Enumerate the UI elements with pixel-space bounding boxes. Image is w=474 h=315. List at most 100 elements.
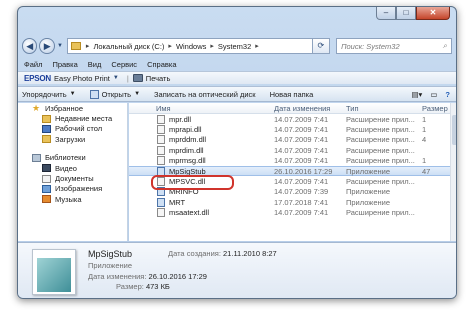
burn-label: Записать на оптический диск xyxy=(154,89,256,99)
organize-button[interactable]: Упорядочить ▼ xyxy=(22,90,76,99)
file-row[interactable]: mprmsg.dll 14.07.2009 7:41 Расширение пр… xyxy=(129,156,456,166)
new-folder-label: Новая папка xyxy=(269,89,314,99)
breadcrumb-separator[interactable]: ▸ xyxy=(255,42,259,50)
application-preview-icon xyxy=(37,258,71,292)
file-row[interactable]: mprdim.dll 14.07.2009 7:41 Расширение пр… xyxy=(129,145,456,155)
nav-item-label: Недавние места xyxy=(55,114,113,124)
file-row[interactable]: mprddm.dll 14.07.2009 7:41 Расширение пр… xyxy=(129,135,456,145)
forward-button[interactable]: ▶ xyxy=(39,38,55,54)
nav-item-label: Загрузки xyxy=(55,134,86,144)
breadcrumb-separator[interactable]: ▸ xyxy=(210,42,214,50)
file-row[interactable]: mpr.dll 14.07.2009 7:41 Расширение прил.… xyxy=(129,114,456,124)
downloads-folder-icon xyxy=(42,135,51,144)
file-row[interactable]: msaatext.dll 14.07.2009 7:41 Расширение … xyxy=(129,208,456,218)
file-date: 14.07.2009 7:41 xyxy=(274,177,329,187)
menu-tools[interactable]: Сервис xyxy=(111,60,137,71)
file-name: msaatext.dll xyxy=(169,208,210,218)
nav-desktop[interactable]: Рабочий стол xyxy=(18,124,127,134)
open-button[interactable]: Открыть ▼ xyxy=(89,89,141,99)
new-folder-button[interactable]: Новая папка xyxy=(270,90,314,99)
nav-pictures[interactable]: Изображения xyxy=(18,184,127,194)
documents-icon xyxy=(42,174,51,183)
back-button[interactable]: ◀ xyxy=(22,38,38,54)
menu-edit[interactable]: Правка xyxy=(52,60,77,71)
search-input[interactable]: Поиск: System32 ⌕ xyxy=(336,38,452,54)
address-row: ◀ ▶ ▼ ▸ Локальный диск (C:) ▸ Windows ▸ … xyxy=(22,37,452,55)
breadcrumb-drive[interactable]: Локальный диск (C:) xyxy=(93,42,164,51)
column-date[interactable]: Дата изменения xyxy=(274,104,346,113)
history-dropdown-icon[interactable]: ▼ xyxy=(57,43,63,49)
vertical-scrollbar[interactable] xyxy=(450,103,456,241)
nav-item-label: Документы xyxy=(55,174,94,184)
nav-music[interactable]: Музыка xyxy=(18,194,127,204)
nav-documents[interactable]: Документы xyxy=(18,173,127,183)
details-size-label: Размер: xyxy=(116,282,144,291)
details-modified-value: 26.10.2016 17:29 xyxy=(148,272,207,281)
close-button[interactable]: ✕ xyxy=(416,7,450,20)
column-size[interactable]: Размер xyxy=(417,104,452,113)
search-placeholder: Поиск: System32 xyxy=(341,41,400,51)
file-name: mprdim.dll xyxy=(169,145,204,155)
libraries-icon xyxy=(32,153,41,162)
recent-places-icon xyxy=(42,114,51,123)
file-size: 1 xyxy=(422,125,427,135)
file-size: 4 xyxy=(422,135,427,145)
menu-help[interactable]: Справка xyxy=(147,60,176,71)
file-row[interactable]: MRT 17.07.2018 7:41 Приложение xyxy=(129,197,456,207)
menu-file[interactable]: Файл xyxy=(24,60,42,71)
nav-downloads[interactable]: Загрузки xyxy=(18,134,127,144)
pictures-icon xyxy=(42,184,51,193)
open-label: Открыть xyxy=(101,89,132,99)
easy-photo-print-button[interactable]: Easy Photo Print xyxy=(54,74,110,83)
chevron-down-icon: ▼ xyxy=(134,91,141,97)
chevron-down-icon[interactable]: ▼ xyxy=(113,75,119,81)
breadcrumb-system32[interactable]: System32 xyxy=(218,42,251,51)
details-pane: MpSigStub Приложение Дата создания: 21.1… xyxy=(18,242,456,298)
breadcrumb-windows[interactable]: Windows xyxy=(176,42,206,51)
printer-icon xyxy=(132,74,143,82)
preview-pane-icon[interactable]: ▭ xyxy=(430,90,437,99)
column-type[interactable]: Тип xyxy=(346,104,417,113)
column-name[interactable]: Имя xyxy=(129,104,274,113)
star-icon: ★ xyxy=(32,103,41,114)
navigation-pane: ★ Избранное Недавние места Рабочий стол … xyxy=(18,103,128,241)
scrollbar-thumb[interactable] xyxy=(452,115,456,145)
minimize-button[interactable]: – xyxy=(376,7,396,20)
help-icon[interactable]: ? xyxy=(445,90,450,99)
nav-libraries[interactable]: Библиотеки xyxy=(18,153,127,163)
file-thumbnail xyxy=(32,249,76,295)
organize-label: Упорядочить xyxy=(22,89,67,99)
print-button[interactable]: Печать xyxy=(146,74,171,83)
maximize-button[interactable]: □ xyxy=(396,7,416,20)
view-controls: ▤▾ ▭ ? xyxy=(403,90,450,99)
file-date: 14.07.2009 7:41 xyxy=(274,114,329,124)
nav-libraries-label: Библиотеки xyxy=(45,153,86,163)
details-created-value: 21.11.2010 8:27 xyxy=(223,249,277,258)
nav-recent-places[interactable]: Недавние места xyxy=(18,113,127,123)
file-type: Расширение прил... xyxy=(346,135,415,145)
dll-file-icon xyxy=(157,208,165,218)
file-name: mprapi.dll xyxy=(169,125,202,135)
menu-view[interactable]: Вид xyxy=(88,60,102,71)
breadcrumb-separator[interactable]: ▸ xyxy=(168,42,172,50)
file-date: 17.07.2018 7:41 xyxy=(274,197,329,207)
refresh-button[interactable]: ⟳ xyxy=(312,38,331,54)
nav-favorites[interactable]: ★ Избранное xyxy=(18,103,127,113)
dll-file-icon xyxy=(157,135,165,145)
video-icon xyxy=(42,164,51,173)
nav-videos[interactable]: Видео xyxy=(18,163,127,173)
annotation-highlight-ring xyxy=(151,175,234,190)
file-name: mprmsg.dll xyxy=(169,156,206,166)
file-name: mpr.dll xyxy=(169,114,192,124)
dll-file-icon xyxy=(157,156,165,166)
file-row[interactable]: mprapi.dll 14.07.2009 7:41 Расширение пр… xyxy=(129,124,456,135)
view-options-icon[interactable]: ▤▾ xyxy=(411,90,422,99)
details-size: Размер: 473 КБ xyxy=(116,282,170,291)
nav-item-label: Музыка xyxy=(55,194,82,204)
breadcrumb-separator[interactable]: ▸ xyxy=(86,42,90,50)
details-created-label: Дата создания: xyxy=(168,249,221,258)
burn-button[interactable]: Записать на оптический диск xyxy=(154,90,256,99)
address-bar[interactable]: ▸ Локальный диск (C:) ▸ Windows ▸ System… xyxy=(66,38,313,54)
file-size: 47 xyxy=(422,166,431,176)
